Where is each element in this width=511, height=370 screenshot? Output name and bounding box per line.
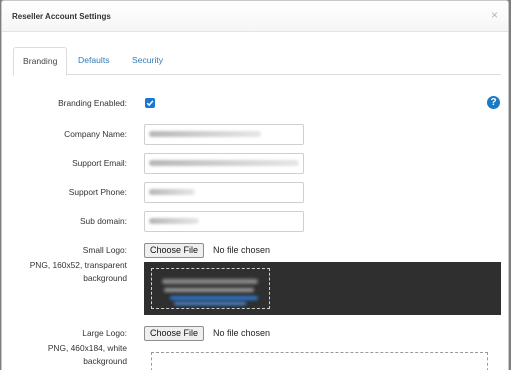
redacted-value	[149, 160, 299, 166]
small-logo-preview	[144, 262, 501, 315]
small-logo-label: Small Logo: PNG, 160x52, transparent bac…	[7, 245, 127, 285]
branding-enabled-checkbox[interactable]	[145, 98, 155, 108]
sub-domain-label: Sub domain:	[79, 216, 127, 226]
modal-header: Reseller Account Settings ×	[2, 1, 508, 32]
tab-defaults[interactable]: Defaults	[69, 47, 119, 76]
support-phone-field[interactable]	[144, 182, 304, 203]
logo-image	[170, 296, 258, 300]
branding-enabled-label: Branding Enabled:	[58, 98, 127, 108]
logo-image	[162, 279, 258, 284]
large-logo-choose-file-button[interactable]: Choose File	[144, 326, 205, 341]
large-logo-hint: PNG, 460x184, white background	[47, 343, 127, 366]
help-icon[interactable]: ?	[487, 96, 500, 109]
small-logo-hint: PNG, 160x52, transparent background	[29, 260, 127, 283]
large-logo-file-status: No file chosen	[213, 328, 271, 338]
small-logo-file-status: No file chosen	[213, 245, 271, 255]
logo-image	[174, 302, 246, 305]
sub-domain-field[interactable]	[144, 211, 304, 232]
large-logo-title: Large Logo:	[82, 328, 127, 338]
large-logo-preview	[151, 352, 488, 370]
redacted-value	[149, 218, 199, 224]
logo-image	[164, 288, 254, 292]
support-email-field[interactable]	[144, 153, 304, 174]
tab-security[interactable]: Security	[123, 47, 172, 76]
redacted-value	[149, 189, 195, 195]
large-logo-label: Large Logo: PNG, 460x184, white backgrou…	[7, 328, 127, 368]
support-phone-label: Support Phone:	[68, 187, 127, 197]
modal-title: Reseller Account Settings	[12, 12, 111, 21]
redacted-value	[149, 131, 261, 137]
company-name-label: Company Name:	[64, 129, 127, 139]
company-name-field[interactable]	[144, 124, 304, 145]
tab-branding[interactable]: Branding	[13, 47, 68, 76]
logo-preview-frame	[151, 268, 270, 309]
close-icon[interactable]: ×	[491, 8, 498, 22]
small-logo-choose-file-button[interactable]: Choose File	[144, 243, 205, 258]
checkmark-icon	[146, 100, 154, 107]
small-logo-title: Small Logo:	[82, 245, 127, 255]
tab-bar: Branding Defaults Security	[13, 47, 501, 76]
reseller-settings-modal: Reseller Account Settings × Branding Def…	[1, 0, 509, 370]
support-email-label: Support Email:	[72, 158, 127, 168]
